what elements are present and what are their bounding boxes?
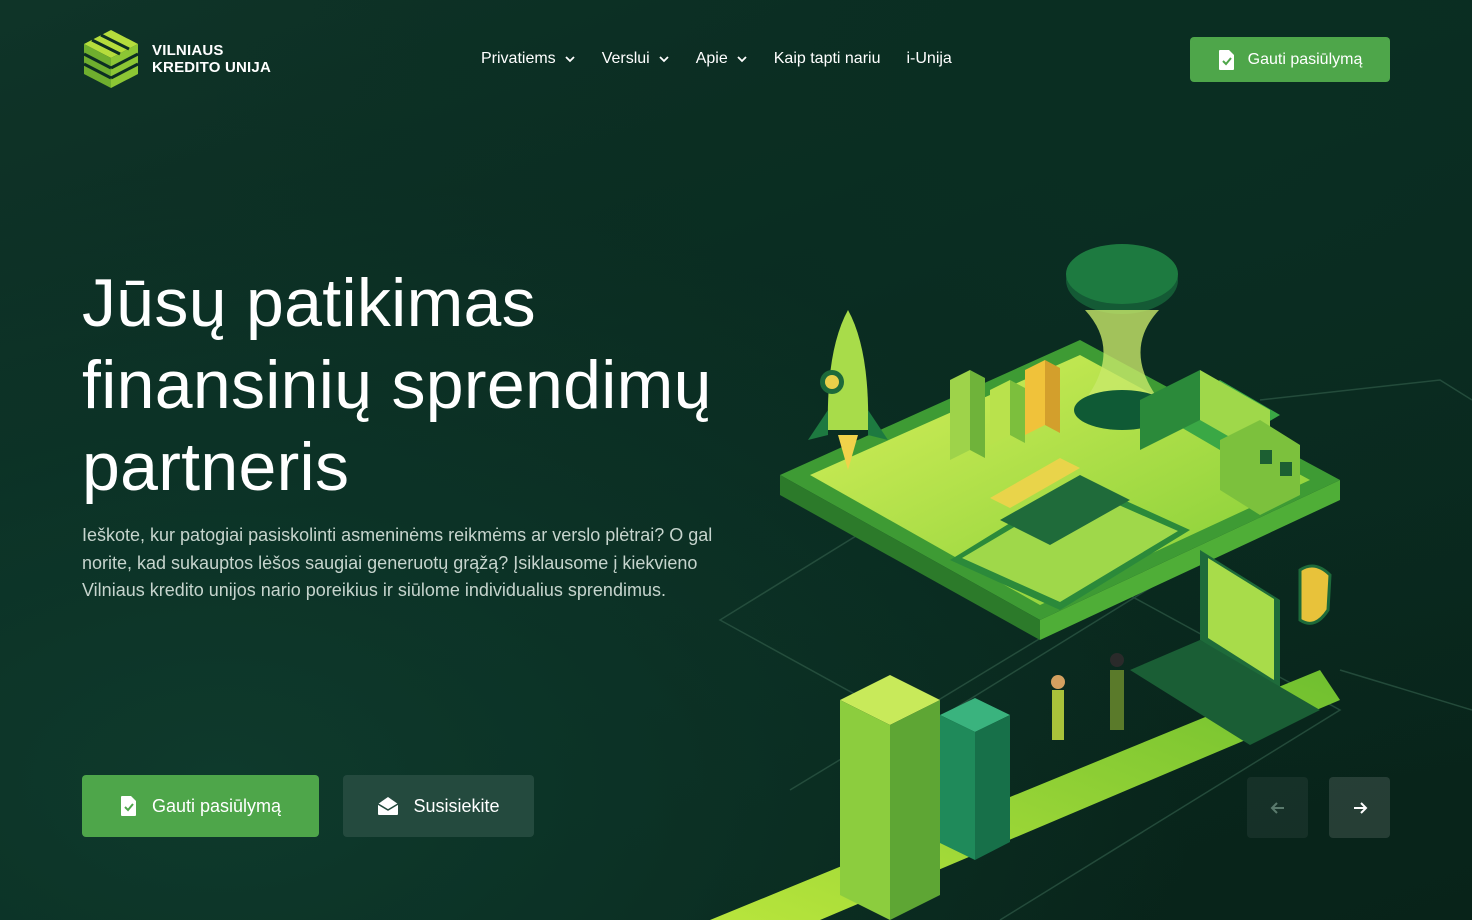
logo-line-2: KREDITO UNIJA [152,59,272,76]
nav-label: Verslui [601,50,650,67]
nav-label: Privatiems [481,50,556,67]
logo-line-1: VILNIAUS [152,42,224,59]
contact-label: Susisiekite [413,795,500,816]
envelope-open-icon [378,797,399,815]
header-get-offer-button[interactable]: Gauti pasiūlymą [1190,37,1390,82]
nav-item-privatiems[interactable]: Privatiems [481,46,576,72]
document-check-icon [120,796,136,816]
arrow-right-icon [1353,801,1367,814]
hero-title-line-1: Jūsų patikimas [82,265,536,341]
get-offer-button[interactable]: Gauti pasiūlymą [82,775,319,837]
nav-item-apie[interactable]: Apie [696,46,748,72]
nav-label: i-Unija [906,50,952,67]
header-cta-label: Gauti pasiūlymą [1247,50,1363,68]
nav-label: Apie [695,50,728,67]
hero-title-line-3: partneris [82,429,350,505]
buildings-illustration [840,675,1010,920]
document-check-icon [1218,49,1234,70]
nav-item-i-unija[interactable]: i-Unija [906,46,951,72]
nav-item-verslui[interactable]: Verslui [602,46,670,72]
logo-text: VILNIAUS KREDITO UNIJA [152,42,271,76]
slider-prev-button[interactable] [1247,777,1308,838]
contact-button[interactable]: Susisiekite [343,775,534,837]
site-header: VILNIAUS KREDITO UNIJA Privatiems Verslu… [0,0,1472,118]
chevron-down-icon [565,56,575,63]
chevron-down-icon [737,56,747,63]
logo-cube-icon [83,30,139,88]
hero-title-line-2: finansinių sprendimų [82,347,712,423]
main-nav: Privatiems Verslui Apie Kaip tapti nariu… [481,46,952,72]
slider-next-button[interactable] [1329,777,1390,838]
hero-subtitle: Ieškote, kur patogiai pasiskolinti asmen… [82,525,713,600]
arrow-left-icon [1270,801,1284,814]
logo[interactable]: VILNIAUS KREDITO UNIJA [82,28,271,90]
get-offer-label: Gauti pasiūlymą [151,795,282,816]
nav-item-kaip-tapti-nariu[interactable]: Kaip tapti nariu [774,46,881,72]
nav-label: Kaip tapti nariu [773,50,881,67]
people-illustration [1051,653,1124,740]
chevron-down-icon [659,56,669,63]
hero-title: Jūsų patikimas finansinių sprendimų part… [82,262,762,508]
